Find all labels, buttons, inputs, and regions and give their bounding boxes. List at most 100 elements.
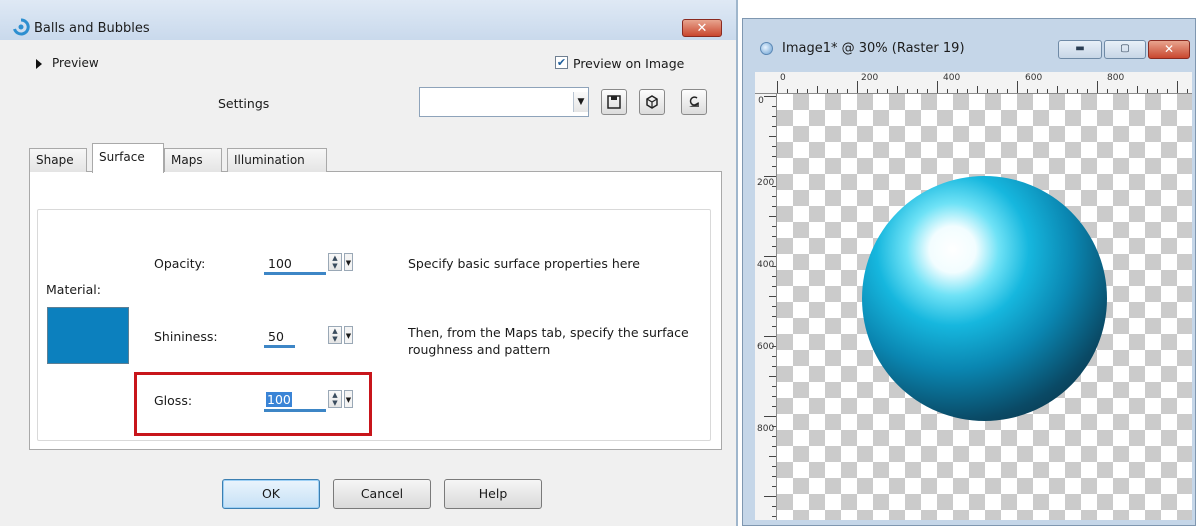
help-button[interactable]: Help [444, 479, 542, 509]
ruler-tick [1057, 86, 1058, 93]
tab-maps[interactable]: Maps [164, 148, 222, 172]
ruler-tick [987, 89, 988, 93]
minimize-button[interactable]: ▬ [1058, 40, 1102, 59]
ruler-tick [772, 516, 776, 517]
ruler-tick [1027, 89, 1028, 93]
ruler-tick [772, 286, 776, 287]
image-window-title[interactable]: Image1* @ 30% (Raster 19) [782, 41, 965, 56]
ruler-tick [1047, 89, 1048, 93]
app-logo-icon [13, 18, 30, 36]
preview-toggle-label[interactable]: Preview [52, 56, 99, 70]
spin-arrows-icon[interactable]: ▲ ▼ [328, 253, 342, 271]
ruler-tick [837, 89, 838, 93]
gloss-highlight-annotation [134, 372, 372, 436]
ruler-tick [772, 276, 776, 277]
ruler-tick [1117, 89, 1118, 93]
chevron-down-icon[interactable]: ▼ [344, 253, 353, 271]
ruler-tick [1177, 81, 1178, 93]
ruler-tick [907, 89, 908, 93]
settings-preset-dropdown[interactable] [419, 87, 589, 117]
ruler-tick [1167, 89, 1168, 93]
save-preset-button[interactable] [601, 89, 627, 115]
ruler-tick [772, 386, 776, 387]
ok-button[interactable]: OK [222, 479, 320, 509]
reset-button[interactable] [681, 89, 707, 115]
ruler-tick [777, 81, 778, 93]
ruler-tick [857, 81, 858, 93]
ruler-tick [772, 156, 776, 157]
ruler-tick [772, 396, 776, 397]
ruler-tick [772, 126, 776, 127]
spin-arrows-icon[interactable]: ▲ ▼ [328, 326, 342, 344]
ruler-label: 0 [758, 96, 764, 106]
chevron-down-icon[interactable]: ▼ [573, 92, 588, 112]
ruler-tick [1087, 89, 1088, 93]
ruler-tick [877, 89, 878, 93]
ruler-tick [887, 89, 888, 93]
shininess-value[interactable]: 50 [268, 329, 284, 344]
ruler-tick [897, 86, 898, 93]
ruler-tick [1077, 89, 1078, 93]
ruler-tick [769, 216, 776, 217]
ruler-tick [1067, 89, 1068, 93]
chevron-down-icon[interactable]: ▼ [344, 326, 353, 344]
vertical-ruler[interactable]: 0 200 400 600 800 [755, 94, 777, 520]
ruler-tick [807, 89, 808, 93]
rendered-ball[interactable] [862, 176, 1107, 421]
ruler-label: 600 [1025, 73, 1043, 83]
ruler-tick [947, 89, 948, 93]
shininess-label: Shininess: [154, 329, 218, 344]
ruler-tick [772, 476, 776, 477]
ruler-tick [927, 89, 928, 93]
image-document-icon [760, 42, 773, 55]
load-icon [646, 95, 658, 109]
ruler-tick [1187, 89, 1188, 93]
tab-shape[interactable]: Shape [29, 148, 87, 172]
ruler-tick [772, 486, 776, 487]
ruler-tick [772, 506, 776, 507]
shininess-spinbox[interactable]: 50 ▲ ▼ ▼ [262, 322, 358, 350]
save-icon [607, 95, 621, 109]
ruler-tick [817, 86, 818, 93]
ruler-tick [1137, 86, 1138, 93]
ruler-tick [772, 466, 776, 467]
ruler-tick [764, 416, 776, 417]
dialog-title: Balls and Bubbles [34, 21, 150, 36]
ruler-tick [772, 326, 776, 327]
cancel-button[interactable]: Cancel [333, 479, 431, 509]
ruler-label: 200 [757, 178, 775, 188]
ruler-label: 400 [943, 73, 961, 83]
ruler-label: 800 [757, 424, 775, 434]
close-icon[interactable]: ✕ [1148, 40, 1190, 59]
load-preset-button[interactable] [639, 89, 665, 115]
ruler-tick [772, 366, 776, 367]
ruler-tick [764, 96, 776, 97]
expand-arrow-icon[interactable] [36, 59, 42, 69]
ruler-tick [772, 186, 776, 187]
tab-surface[interactable]: Surface [92, 143, 164, 173]
ruler-tick [772, 146, 776, 147]
ruler-tick [764, 256, 776, 257]
ruler-tick [772, 106, 776, 107]
preview-on-image-checkbox[interactable]: ✔ [555, 56, 568, 69]
ruler-tick [787, 89, 788, 93]
ruler-label: 200 [861, 73, 879, 83]
horizontal-ruler[interactable]: 0 200 400 600 800 [755, 72, 1192, 94]
tab-illumination[interactable]: Illumination [227, 148, 327, 172]
dialog-close-button[interactable]: ✕ [682, 19, 722, 37]
ruler-tick [797, 89, 798, 93]
ruler-tick [772, 356, 776, 357]
ruler-tick [764, 496, 776, 497]
ruler-tick [847, 89, 848, 93]
ruler-tick [1037, 89, 1038, 93]
ruler-tick [1097, 81, 1098, 93]
preview-on-image-label[interactable]: Preview on Image [573, 56, 684, 71]
ruler-tick [772, 306, 776, 307]
ruler-tick [977, 86, 978, 93]
opacity-value[interactable]: 100 [268, 256, 292, 271]
ruler-tick [764, 336, 776, 337]
ruler-tick [772, 206, 776, 207]
opacity-spinbox[interactable]: 100 ▲ ▼ ▼ [262, 249, 358, 277]
material-color-swatch[interactable] [47, 307, 129, 364]
maximize-button[interactable]: ▢ [1104, 40, 1146, 59]
